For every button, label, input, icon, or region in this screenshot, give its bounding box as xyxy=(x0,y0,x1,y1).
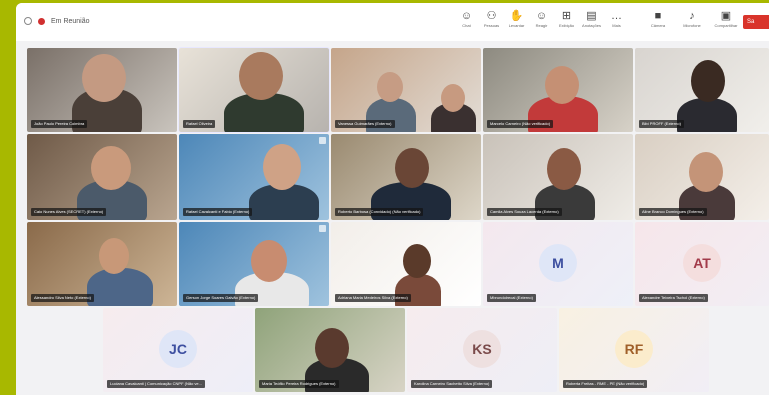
toolbar-tools: ☺ Chat ⚇ Pessoas ✋ Levantar ☺ Reagir ⊞ Exibiç… xyxy=(454,9,743,29)
participant-name: Rafael Oliveira xyxy=(183,120,216,128)
participant-tile[interactable]: Gerson Jorge Soares Galvão (Externo) xyxy=(179,222,329,306)
participant-tile[interactable]: AT Alexandre Teixeira Tschol (Externo) xyxy=(635,222,769,306)
share-button[interactable]: ▣ Compartilhar xyxy=(709,9,743,29)
participant-name: João Paulo Pereira Coimbra xyxy=(31,120,88,128)
participant-video xyxy=(377,72,403,102)
participant-name: Alexandre Teixeira Tschol (Externo) xyxy=(639,294,708,302)
participant-tile[interactable]: Caio Nunes Alves (SECRET) (Externo) xyxy=(27,134,177,220)
participant-name: Aline Branco Domingues (Externo) xyxy=(639,208,707,216)
participant-tile[interactable]: Maria Teófilo Pereira Rodrigues (Externo… xyxy=(255,308,405,392)
participant-name: Karolina Carneiro Sachetto Silva (Extern… xyxy=(411,380,493,388)
participant-tile[interactable]: RF Roberta Freitas - RME - PE (Não verif… xyxy=(559,308,709,392)
participant-video xyxy=(99,238,129,274)
participant-tile[interactable]: KS Karolina Carneiro Sachetto Silva (Ext… xyxy=(407,308,557,392)
participant-name: Camila Alves Souza Lacerda (Externo) xyxy=(487,208,562,216)
participant-tile[interactable]: Aline Branco Domingues (Externo) xyxy=(635,134,769,220)
more-button[interactable]: … Mais xyxy=(604,9,629,29)
microphone-button[interactable]: ♪ Microfone xyxy=(675,9,709,29)
chat-button[interactable]: ☺ Chat xyxy=(454,9,479,29)
participant-tile[interactable]: Roberto Barbosa (Convidado) (Não verific… xyxy=(331,134,481,220)
participant-video xyxy=(547,148,581,190)
recording-icon xyxy=(38,17,45,25)
react-icon: ☺ xyxy=(535,10,548,22)
avatar: KS xyxy=(463,330,501,368)
people-icon: ⚇ xyxy=(486,10,497,22)
info-icon[interactable] xyxy=(24,17,32,25)
notes-button[interactable]: ▤ Anotações xyxy=(579,9,604,29)
chat-icon: ☺ xyxy=(460,10,473,22)
participant-tile[interactable]: JC Luciana Cavalcanti | Comunicação CNPF… xyxy=(103,308,253,392)
meeting-window: Em Reunião ☺ Chat ⚇ Pessoas ✋ Levantar ☺ Rea… xyxy=(16,3,769,395)
notes-icon: ▤ xyxy=(586,10,597,22)
participant-name: Vanessa Guimarães (Externo) xyxy=(335,120,395,128)
participant-name: Alessandro Silva Neto (Externo) xyxy=(31,294,94,302)
avatar: M xyxy=(539,244,577,282)
camera-button[interactable]: ■ Câmera xyxy=(641,9,675,29)
leave-button[interactable]: Sa xyxy=(743,15,769,29)
participant-video xyxy=(403,244,431,278)
participant-name: Bibi PROFF (Externo) xyxy=(639,120,684,128)
participant-video xyxy=(691,60,725,102)
participant-video xyxy=(545,66,579,104)
participant-video xyxy=(82,54,126,102)
participant-video xyxy=(87,268,153,306)
participant-tile[interactable]: Marcelo Carneiro (Não verificado) xyxy=(483,48,633,132)
participant-name: Caio Nunes Alves (SECRET) (Externo) xyxy=(31,208,107,216)
raise-hand-button[interactable]: ✋ Levantar xyxy=(504,9,529,29)
participant-video xyxy=(263,144,301,190)
avatar: JC xyxy=(159,330,197,368)
camera-icon: ■ xyxy=(654,10,662,22)
avatar: RF xyxy=(615,330,653,368)
toolbar-divider xyxy=(629,9,641,29)
participant-video xyxy=(91,146,131,190)
participant-video xyxy=(689,152,723,192)
meeting-status: Em Reunião xyxy=(24,17,90,25)
participant-name: Maria Teófilo Pereira Rodrigues (Externo… xyxy=(259,380,339,388)
meeting-title: Em Reunião xyxy=(51,17,90,25)
microphone-icon: ♪ xyxy=(689,10,695,22)
participant-name: Rafael Cavalcanti e Fabio (Externo) xyxy=(183,208,253,216)
participant-name: Marcelo Carneiro (Não verificado) xyxy=(487,120,554,128)
participant-tile[interactable]: Bibi PROFF (Externo) xyxy=(635,48,769,132)
participant-tile[interactable]: Adriana Maria Medeiros Silva (Externo) xyxy=(331,222,481,306)
participant-tile[interactable]: Alessandro Silva Neto (Externo) xyxy=(27,222,177,306)
share-icon: ▣ xyxy=(720,10,732,22)
participant-tile[interactable]: Rafael Oliveira xyxy=(178,47,330,133)
participant-tile[interactable]: Camila Alves Souza Lacerda (Externo) xyxy=(483,134,633,220)
more-icon: … xyxy=(611,10,622,22)
people-button[interactable]: ⚇ Pessoas xyxy=(479,9,504,29)
view-icon: ⊞ xyxy=(561,10,572,22)
meeting-toolbar: Em Reunião ☺ Chat ⚇ Pessoas ✋ Levantar ☺ Rea… xyxy=(16,3,769,41)
pin-icon[interactable] xyxy=(319,225,326,232)
pin-icon[interactable] xyxy=(319,137,326,144)
participant-video xyxy=(239,52,283,100)
participant-name: Gerson Jorge Soares Galvão (Externo) xyxy=(183,294,259,302)
participant-video xyxy=(251,240,287,282)
participant-tile[interactable]: M Mbrundolrecal (Externo) xyxy=(483,222,633,306)
raise-hand-icon: ✋ xyxy=(509,10,524,22)
avatar: AT xyxy=(683,244,721,282)
participant-name: Roberto Barbosa (Convidado) (Não verific… xyxy=(335,208,424,216)
participant-tile[interactable]: João Paulo Pereira Coimbra xyxy=(27,48,177,132)
participant-name: Adriana Maria Medeiros Silva (Externo) xyxy=(335,294,411,302)
participant-video xyxy=(315,328,349,368)
participant-name: Mbrundolrecal (Externo) xyxy=(487,294,536,302)
view-button[interactable]: ⊞ Exibição xyxy=(554,9,579,29)
participant-name: Roberta Freitas - RME - PE (Não verifica… xyxy=(563,380,648,388)
participant-name: Luciana Cavalcanti | Comunicação CNPF (N… xyxy=(107,380,205,388)
participant-video xyxy=(395,148,429,188)
participant-video xyxy=(441,84,465,112)
participant-video xyxy=(677,98,737,132)
participant-tile[interactable]: Rafael Cavalcanti e Fabio (Externo) xyxy=(179,134,329,220)
react-button[interactable]: ☺ Reagir xyxy=(529,9,554,29)
participant-tile[interactable]: Vanessa Guimarães (Externo) xyxy=(331,48,481,132)
